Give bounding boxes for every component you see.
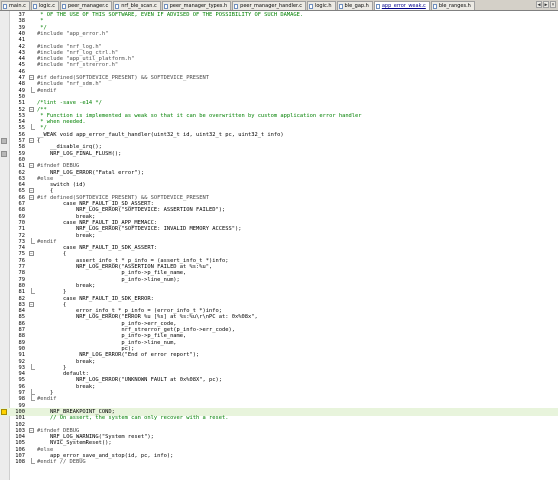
editor-tab-bar: main.c logic.c peer_manager.c nrf_ble_scan.…: [0, 0, 558, 11]
fold-toggle-icon[interactable]: −: [29, 427, 34, 433]
fold-toggle-icon[interactable]: −: [29, 301, 34, 307]
tab-scroll-controls: ◀ ▶ ×: [536, 1, 556, 9]
line-number: 108: [15, 459, 25, 466]
chevron-left-icon[interactable]: ◀: [536, 1, 542, 8]
close-icon[interactable]: ×: [550, 1, 556, 8]
tab-label: ble_ranges.h: [438, 3, 471, 9]
code-editor[interactable]: 37 * OF THE USE OF THIS SOFTWARE, EVEN I…: [0, 11, 558, 480]
tab-label: peer_manager.c: [67, 3, 109, 9]
fold-end-marker: [31, 237, 35, 244]
file-icon: [234, 3, 239, 9]
file-tab[interactable]: nrf_ble_scan.c: [113, 1, 161, 10]
code-text: #endif // DEBUG: [37, 459, 86, 466]
fold-end-marker: [31, 363, 35, 370]
fold-toggle-icon[interactable]: −: [29, 194, 34, 200]
tab-label: ble_gap.h: [344, 3, 369, 9]
file-tab[interactable]: ble_ranges.h: [430, 1, 475, 10]
file-tab[interactable]: logic.c: [30, 1, 59, 10]
tab-label: nrf_ble_scan.c: [121, 3, 157, 9]
tab-label: main.c: [9, 3, 26, 9]
fold-toggle-icon[interactable]: −: [29, 138, 34, 143]
file-icon: [308, 3, 313, 9]
fold-toggle-icon[interactable]: −: [29, 251, 34, 257]
file-icon: [61, 3, 66, 9]
file-icon: [3, 3, 7, 9]
file-tab[interactable]: peer_manager_types.h: [161, 1, 232, 10]
fold-end-marker: [31, 395, 35, 402]
chevron-right-icon[interactable]: ▶: [543, 1, 549, 8]
file-tab[interactable]: logic.h: [306, 1, 336, 10]
file-tab[interactable]: peer_manager.c: [59, 1, 113, 10]
tab-active-file[interactable]: app_error_weak.c: [373, 1, 430, 10]
file-icon: [432, 3, 437, 9]
fold-end-marker: [31, 86, 35, 93]
tab-label: peer_manager_types.h: [169, 3, 228, 9]
file-icon: [163, 3, 168, 9]
file-icon: [375, 3, 380, 9]
fold-end-marker: [31, 458, 35, 465]
file-tab[interactable]: ble_gap.h: [336, 1, 373, 10]
tab-label: peer_manager_handler.c: [240, 3, 302, 9]
fold-end-marker: [31, 288, 35, 295]
fold-end-marker: [31, 389, 35, 395]
tab-label: logic.h: [314, 3, 332, 9]
code-line[interactable]: 108 #endif // DEBUG: [0, 458, 558, 466]
fold-toggle-icon[interactable]: −: [29, 106, 34, 112]
fold-end-marker: [31, 124, 35, 131]
fold-toggle-icon[interactable]: −: [29, 188, 34, 194]
file-icon: [338, 3, 343, 9]
file-tab[interactable]: main.c: [1, 1, 30, 10]
tab-label: logic.c: [38, 3, 55, 9]
tab-label: app_error_weak.c: [381, 3, 426, 9]
fold-toggle-icon[interactable]: −: [29, 75, 34, 80]
file-icon: [32, 3, 37, 9]
file-tab[interactable]: peer_manager_handler.c: [232, 1, 306, 10]
fold-toggle-icon[interactable]: −: [29, 163, 34, 169]
file-icon: [115, 3, 120, 9]
